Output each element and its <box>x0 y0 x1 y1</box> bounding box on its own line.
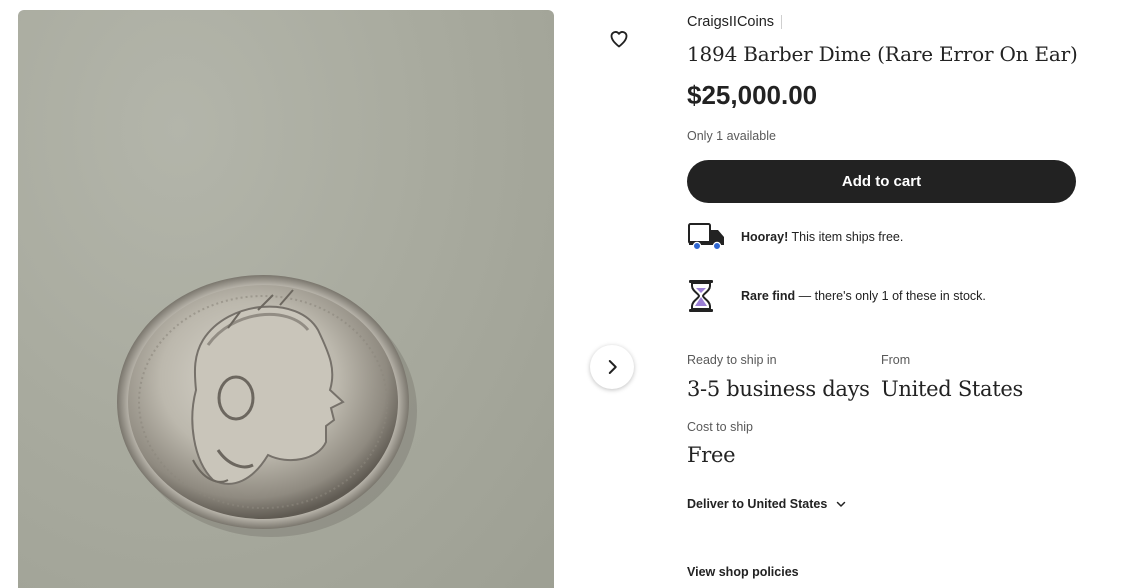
rare-perk-text-before: — there's only <box>795 289 882 303</box>
shipping-perk-detail: This item ships free. <box>788 230 904 244</box>
rare-perk-bold: Rare find <box>741 289 796 303</box>
add-to-cart-button[interactable]: Add to cart <box>687 160 1076 203</box>
coin-photo <box>117 275 417 537</box>
ships-from-label: From <box>881 353 911 367</box>
availability-text: Only 1 available <box>687 129 776 143</box>
free-shipping-perk: Hooray! This item ships free. <box>687 219 903 255</box>
shop-name-link[interactable]: CraigsIICoins <box>687 14 774 30</box>
chevron-right-icon <box>608 360 617 374</box>
divider <box>781 15 783 29</box>
view-shop-policies-link[interactable]: View shop policies <box>687 565 799 579</box>
listing-price: $25,000.00 <box>687 80 818 110</box>
rare-perk-text-after: of these in stock. <box>888 289 986 303</box>
shipping-perk-text: Hooray! This item ships free. <box>741 230 903 244</box>
listing-title: 1894 Barber Dime (Rare Error On Ear) <box>687 42 1078 66</box>
rare-perk-count: 1 <box>881 289 889 303</box>
next-image-button[interactable] <box>590 345 634 389</box>
shipping-perk-bold: Hooray! <box>741 230 789 244</box>
cost-to-ship-label: Cost to ship <box>687 420 754 434</box>
truck-icon <box>687 219 729 255</box>
chevron-down-icon <box>837 501 846 507</box>
favorite-button[interactable] <box>604 24 634 54</box>
ships-from-value: United States <box>881 377 1024 401</box>
heart-outline-icon <box>610 31 628 48</box>
shop-row: CraigsIICoins <box>687 14 783 30</box>
rare-find-perk: Rare find — there's only 1 of these in s… <box>687 278 986 314</box>
deliver-to-label: Deliver to United States <box>687 497 828 511</box>
cost-to-ship-value: Free <box>687 443 736 467</box>
ready-to-ship-value: 3-5 business days <box>687 377 870 401</box>
deliver-to-dropdown[interactable]: Deliver to United States <box>687 497 847 511</box>
hourglass-icon <box>687 278 729 314</box>
product-image[interactable] <box>18 10 554 588</box>
rare-perk-text: Rare find — there's only 1 of these in s… <box>741 289 986 303</box>
ready-to-ship-label: Ready to ship in <box>687 353 777 367</box>
